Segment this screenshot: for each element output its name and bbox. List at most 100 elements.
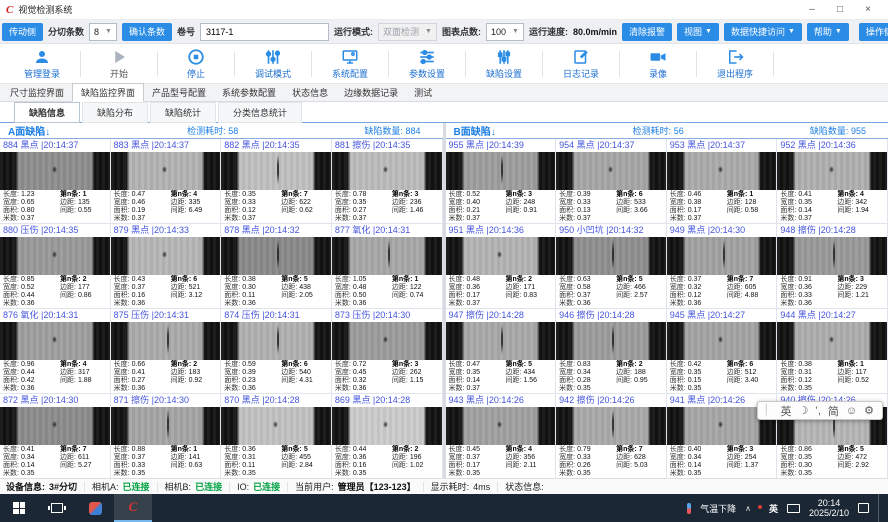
slit-count-select[interactable]: 8 ▼ xyxy=(89,23,117,41)
run-mode-select[interactable]: 双面检测 ▼ xyxy=(378,23,437,41)
defect-thumbnail[interactable] xyxy=(667,237,777,275)
subtab-defect-distribution[interactable]: 缺陷分布 xyxy=(82,102,148,123)
defect-cell[interactable]: 876 氧化 |20:14:31 长度:0.96 宽度:0.44 面积:0.42… xyxy=(0,309,111,394)
defect-cell[interactable]: 878 黑点 |20:14:32 长度:0.38 宽度:0.30 面积:0.11… xyxy=(221,224,332,309)
defect-thumbnail[interactable] xyxy=(221,237,331,275)
start-button[interactable]: 开始 xyxy=(81,45,157,83)
help-menu-button[interactable]: 帮助 ▼ xyxy=(807,23,849,41)
tab-status-info[interactable]: 状态信息 xyxy=(284,84,336,101)
view-menu-button[interactable]: 视图 ▼ xyxy=(677,23,719,41)
defect-thumbnail[interactable] xyxy=(446,322,556,360)
defect-thumbnail[interactable] xyxy=(446,237,556,275)
defect-cell[interactable]: 943 黑点 |20:14:26 长度:0.45 宽度:0.37 面积:0.17… xyxy=(446,394,557,478)
defect-cell[interactable]: 948 擦伤 |20:14:28 长度:0.91 宽度:0.36 面积:0.33… xyxy=(777,224,888,309)
defect-cell[interactable]: 942 擦伤 |20:14:26 长度:0.79 宽度:0.33 面积:0.26… xyxy=(556,394,667,478)
exit-program-button[interactable]: 退出程序 xyxy=(697,45,773,83)
defect-cell[interactable]: 875 压伤 |20:14:31 长度:0.66 宽度:0.41 面积:0.27… xyxy=(111,309,222,394)
defect-thumbnail[interactable] xyxy=(0,407,110,445)
defect-cell[interactable]: 947 擦伤 |20:14:28 长度:0.47 宽度:0.35 面积:0.14… xyxy=(446,309,557,394)
tab-defect-monitor[interactable]: 缺陷监控界面 xyxy=(72,83,144,102)
chart-points-select[interactable]: 100 ▼ xyxy=(486,23,524,41)
admin-login-button[interactable]: 管理登录 xyxy=(4,45,80,83)
operate-side-button[interactable]: 操作侧 xyxy=(859,23,888,41)
defect-thumbnail[interactable] xyxy=(111,322,221,360)
defect-cell[interactable]: 944 黑点 |20:14:27 长度:0.38 宽度:0.31 面积:0.12… xyxy=(777,309,888,394)
defect-cell[interactable]: 949 黑点 |20:14:30 长度:0.37 宽度:0.32 面积:0.12… xyxy=(667,224,778,309)
tab-edge-data-record[interactable]: 边缘数据记录 xyxy=(336,84,406,101)
defect-cell[interactable]: 874 压伤 |20:14:31 长度:0.59 宽度:0.39 面积:0.23… xyxy=(221,309,332,394)
defect-thumbnail[interactable] xyxy=(221,322,331,360)
param-settings-button[interactable]: 参数设置 xyxy=(389,45,465,83)
defect-thumbnail[interactable] xyxy=(667,152,777,190)
punctuation-toggle[interactable]: ’, xyxy=(815,405,821,417)
ime-language-indicator[interactable]: 英 xyxy=(769,502,778,515)
taskbar-app-media[interactable] xyxy=(76,494,114,522)
defect-thumbnail[interactable] xyxy=(332,152,442,190)
emoji-icon[interactable]: ☺ xyxy=(846,405,857,417)
defect-cell[interactable]: 945 黑点 |20:14:27 长度:0.42 宽度:0.35 面积:0.15… xyxy=(667,309,778,394)
defect-cell[interactable]: 871 擦伤 |20:14:30 长度:0.88 宽度:0.37 面积:0.33… xyxy=(111,394,222,478)
defect-thumbnail[interactable] xyxy=(332,237,442,275)
defect-thumbnail[interactable] xyxy=(221,152,331,190)
defect-settings-button[interactable]: 缺陷设置 xyxy=(466,45,542,83)
defect-cell[interactable]: 882 黑点 |20:14:35 长度:0.35 宽度:0.33 面积:0.12… xyxy=(221,139,332,224)
task-view-button[interactable] xyxy=(38,494,76,522)
defect-cell[interactable]: 880 压伤 |20:14:35 长度:0.85 宽度:0.52 面积:0.44… xyxy=(0,224,111,309)
defect-cell[interactable]: 881 擦伤 |20:14:35 长度:0.78 宽度:0.35 面积:0.27… xyxy=(332,139,443,224)
debug-mode-button[interactable]: 调试模式 xyxy=(235,45,311,83)
tab-product-model-config[interactable]: 产品型号配置 xyxy=(144,84,214,101)
defect-cell[interactable]: 950 小凹坑 |20:14:32 长度:0.63 宽度:0.58 面积:0.3… xyxy=(556,224,667,309)
defect-cell[interactable]: 869 黑点 |20:14:28 长度:0.44 宽度:0.36 面积:0.16… xyxy=(332,394,443,478)
defect-cell[interactable]: 951 黑点 |20:14:36 长度:0.48 宽度:0.36 面积:0.17… xyxy=(446,224,557,309)
close-button[interactable]: × xyxy=(854,1,882,19)
defect-thumbnail[interactable] xyxy=(446,152,556,190)
defect-thumbnail[interactable] xyxy=(111,152,221,190)
gear-icon[interactable]: ⚙ xyxy=(864,404,874,417)
defect-cell[interactable]: 953 黑点 |20:14:37 长度:0.46 宽度:0.38 面积:0.17… xyxy=(667,139,778,224)
defect-thumbnail[interactable] xyxy=(111,407,221,445)
defect-cell[interactable]: 877 氧化 |20:14:31 长度:1.05 宽度:0.48 面积:0.50… xyxy=(332,224,443,309)
drive-side-button[interactable]: 传动侧 xyxy=(2,23,43,41)
minimize-button[interactable]: – xyxy=(798,1,826,19)
weather-text[interactable]: 气温下降 xyxy=(700,502,736,515)
defect-thumbnail[interactable] xyxy=(777,152,887,190)
defect-cell[interactable]: 946 擦伤 |20:14:28 长度:0.83 宽度:0.34 面积:0.28… xyxy=(556,309,667,394)
defect-thumbnail[interactable] xyxy=(556,237,666,275)
moon-icon[interactable]: ☽ xyxy=(799,404,809,417)
start-button[interactable] xyxy=(0,494,38,522)
defect-cell[interactable]: 955 黑点 |20:14:39 长度:0.52 宽度:0.40 面积:0.21… xyxy=(446,139,557,224)
defect-thumbnail[interactable] xyxy=(0,322,110,360)
tab-system-param-config[interactable]: 系统参数配置 xyxy=(214,84,284,101)
defect-cell[interactable]: 884 黑点 |20:14:37 长度:1.23 宽度:0.65 面积:0.80… xyxy=(0,139,111,224)
defect-thumbnail[interactable] xyxy=(332,407,442,445)
ime-lang-toggle[interactable]: 英 xyxy=(781,403,792,419)
defect-cell[interactable]: 952 黑点 |20:14:36 长度:0.41 宽度:0.35 面积:0.14… xyxy=(777,139,888,224)
defect-thumbnail[interactable] xyxy=(777,237,887,275)
defect-cell[interactable]: 872 黑点 |20:14:30 长度:0.41 宽度:0.34 面积:0.14… xyxy=(0,394,111,478)
subtab-defect-info[interactable]: 缺陷信息 xyxy=(14,102,80,123)
clear-alarm-button[interactable]: 清除报警 xyxy=(622,23,672,41)
tray-expand-icon[interactable]: ∧ xyxy=(745,504,751,513)
subtab-class-info-statistics[interactable]: 分类信息统计 xyxy=(218,102,302,123)
system-config-button[interactable]: 系统配置 xyxy=(312,45,388,83)
defect-thumbnail[interactable] xyxy=(777,322,887,360)
defect-thumbnail[interactable] xyxy=(556,152,666,190)
tab-size-monitor[interactable]: 尺寸监控界面 xyxy=(2,84,72,101)
defect-thumbnail[interactable] xyxy=(332,322,442,360)
drag-handle-icon[interactable]: ▏ xyxy=(766,405,774,416)
defect-thumbnail[interactable] xyxy=(446,407,556,445)
defect-cell[interactable]: 954 黑点 |20:14:37 长度:0.39 宽度:0.33 面积:0.13… xyxy=(556,139,667,224)
action-center-icon[interactable] xyxy=(858,503,869,513)
defect-thumbnail[interactable] xyxy=(556,407,666,445)
taskbar-app-vision-system[interactable]: C xyxy=(114,494,152,522)
charset-toggle[interactable]: 简 xyxy=(828,403,839,419)
tab-test[interactable]: 测试 xyxy=(406,84,440,101)
defect-thumbnail[interactable] xyxy=(667,322,777,360)
defect-cell[interactable]: 883 黑点 |20:14:37 长度:0.47 宽度:0.46 面积:0.19… xyxy=(111,139,222,224)
stop-button[interactable]: 停止 xyxy=(158,45,234,83)
taskbar-clock[interactable]: 20:14 2025/2/10 xyxy=(809,498,849,518)
defect-cell[interactable]: 873 压伤 |20:14:30 长度:0.72 宽度:0.45 面积:0.32… xyxy=(332,309,443,394)
defect-thumbnail[interactable] xyxy=(0,152,110,190)
data-access-menu-button[interactable]: 数据快捷访问 ▼ xyxy=(724,23,802,41)
defect-thumbnail[interactable] xyxy=(556,322,666,360)
